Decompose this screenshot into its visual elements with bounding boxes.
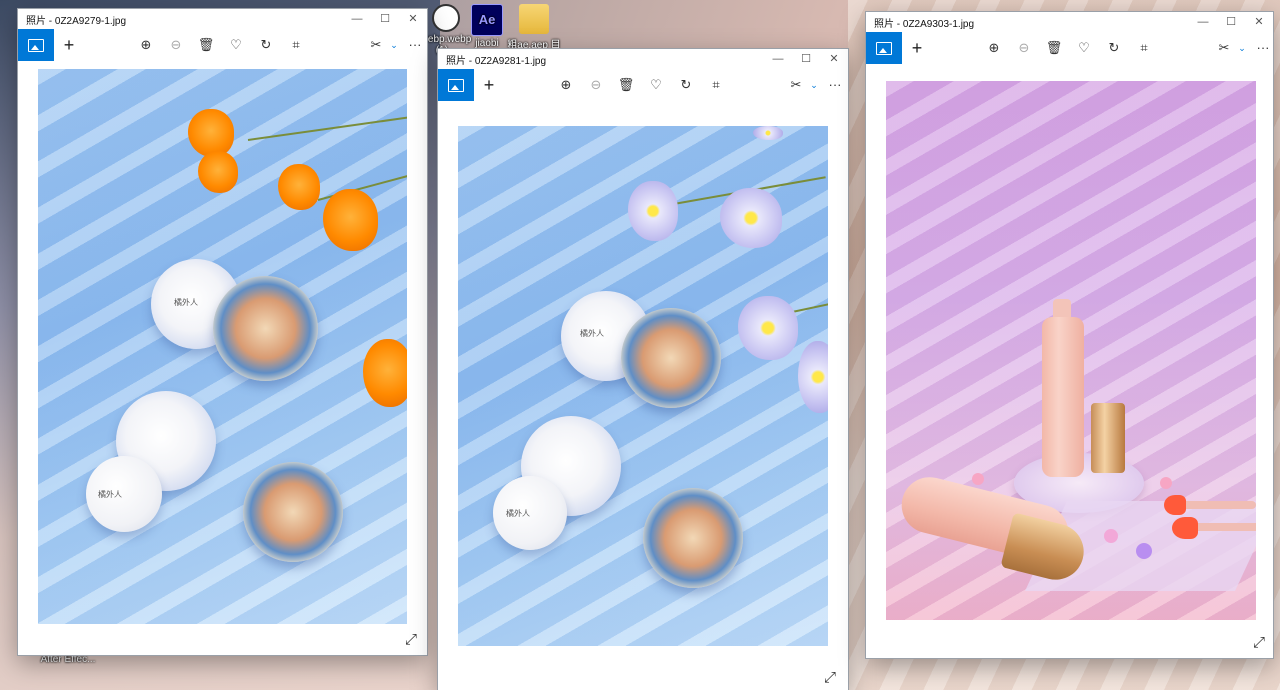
view-image-button[interactable] [438,69,474,101]
title-bar[interactable]: 照片 - 0Z2A9281-1.jpg — ☐ ✕ [438,49,848,69]
brush-head [1172,517,1198,539]
edit-icon[interactable]: ✂ [364,29,388,61]
maximize-button[interactable]: ☐ [792,49,820,69]
poppy-flower [323,189,378,251]
add-button[interactable]: + [474,69,504,101]
clock-icon [432,4,460,32]
view-image-button[interactable] [866,32,902,64]
poppy-flower [363,339,407,407]
minimize-button[interactable]: — [343,9,371,29]
zoom-out-icon[interactable]: ⊖ [1009,32,1039,64]
photo-canvas: 橘外人 橘外人 [458,126,828,646]
desktop-icon-after-effects[interactable]: After Effec... [40,654,96,665]
image-icon [28,38,44,52]
spray-bottle [1042,317,1084,477]
rotate-icon[interactable]: ↻ [671,69,701,101]
poppy-flower [198,151,238,193]
image-icon [876,41,892,55]
favorite-icon[interactable]: ♡ [1069,32,1099,64]
poppy-flower [188,109,234,157]
photo-canvas [886,81,1256,620]
more-button[interactable]: ··· [820,69,850,101]
zoom-out-icon[interactable]: ⊖ [581,69,611,101]
maximize-button[interactable]: ☐ [371,9,399,29]
product-label: 橘外人 [506,509,530,518]
window-title: 照片 - 0Z2A9279-1.jpg [26,15,127,27]
makeup-brush [1191,523,1256,531]
flower-stem [247,115,407,141]
minimize-button[interactable]: — [1189,12,1217,32]
photo-toolbar: + ⊕ ⊖ 🗑 ♡ ↻ ⌗ ✂ ⌄ ··· [866,32,1273,64]
favorite-icon[interactable]: ♡ [221,29,251,61]
delete-icon[interactable]: 🗑 [191,29,221,61]
chevron-down-icon[interactable]: ⌄ [808,69,820,101]
add-button[interactable]: + [54,29,84,61]
chevron-down-icon[interactable]: ⌄ [1236,32,1248,64]
zoom-out-icon[interactable]: ⊖ [161,29,191,61]
decorative-bead [1104,529,1118,543]
close-button[interactable]: ✕ [820,49,848,69]
edit-icon[interactable]: ✂ [784,69,808,101]
lilac-poppy-flower [798,341,828,413]
photos-window-3[interactable]: 照片 - 0Z2A9303-1.jpg — ☐ ✕ + ⊕ ⊖ 🗑 ♡ ↻ ⌗ … [866,12,1273,658]
favorite-icon[interactable]: ♡ [641,69,671,101]
decorative-bead [972,473,984,485]
folder-icon [519,4,549,34]
photo-toolbar: + ⊕ ⊖ 🗑 ♡ ↻ ⌗ ✂ ⌄ ··· [18,29,427,61]
decorated-lid [243,462,343,562]
product-label: 橘外人 [580,329,604,338]
add-button[interactable]: + [902,32,932,64]
rotate-icon[interactable]: ↻ [1099,32,1129,64]
makeup-brush [1176,501,1256,509]
decorated-lid [621,308,721,408]
decorated-lid [213,276,318,381]
maximize-button[interactable]: ☐ [1217,12,1245,32]
decorative-bead [1136,543,1152,559]
fullscreen-icon[interactable]: ⤢ [405,631,417,648]
crop-icon[interactable]: ⌗ [1129,32,1159,64]
window-title: 照片 - 0Z2A9303-1.jpg [874,18,975,30]
delete-icon[interactable]: 🗑 [611,69,641,101]
zoom-in-icon[interactable]: ⊕ [131,29,161,61]
powder-puff [493,476,567,550]
minimize-button[interactable]: — [764,49,792,69]
product-label: 橘外人 [98,490,122,499]
poppy-flower [278,164,320,210]
ae-icon: Ae [471,4,503,36]
photos-window-1[interactable]: 照片 - 0Z2A9279-1.jpg — ☐ ✕ + ⊕ ⊖ 🗑 ♡ ↻ ⌗ … [18,9,427,655]
edit-icon[interactable]: ✂ [1212,32,1236,64]
chevron-down-icon[interactable]: ⌄ [388,29,400,61]
rotate-icon[interactable]: ↻ [251,29,281,61]
lilac-poppy-flower [738,296,798,360]
window-title: 照片 - 0Z2A9281-1.jpg [446,55,547,67]
zoom-in-icon[interactable]: ⊕ [979,32,1009,64]
fullscreen-icon[interactable]: ⤢ [1253,634,1265,651]
gold-cap [1091,403,1125,473]
photo-canvas: 橘外人 橘外人 [38,69,407,624]
close-button[interactable]: ✕ [1245,12,1273,32]
title-bar[interactable]: 照片 - 0Z2A9279-1.jpg — ☐ ✕ [18,9,427,29]
image-icon [448,78,464,92]
decorated-lid [643,488,743,588]
more-button[interactable]: ··· [1248,32,1278,64]
brush-head [1164,495,1186,515]
delete-icon[interactable]: 🗑 [1039,32,1069,64]
photos-window-2[interactable]: 照片 - 0Z2A9281-1.jpg — ☐ ✕ + ⊕ ⊖ 🗑 ♡ ↻ ⌗ … [438,49,848,690]
lilac-poppy-flower [720,188,782,248]
crop-icon[interactable]: ⌗ [281,29,311,61]
product-label: 橘外人 [174,298,198,307]
view-image-button[interactable] [18,29,54,61]
photo-toolbar: + ⊕ ⊖ 🗑 ♡ ↻ ⌗ ✂ ⌄ ··· [438,69,848,101]
lilac-poppy-flower [753,126,783,140]
fullscreen-icon[interactable]: ⤢ [824,669,836,686]
title-bar[interactable]: 照片 - 0Z2A9303-1.jpg — ☐ ✕ [866,12,1273,32]
spray-nozzle [1053,299,1071,317]
decorative-bead [1160,477,1172,489]
lilac-poppy-flower [628,181,678,241]
more-button[interactable]: ··· [400,29,430,61]
close-button[interactable]: ✕ [399,9,427,29]
zoom-in-icon[interactable]: ⊕ [551,69,581,101]
crop-icon[interactable]: ⌗ [701,69,731,101]
